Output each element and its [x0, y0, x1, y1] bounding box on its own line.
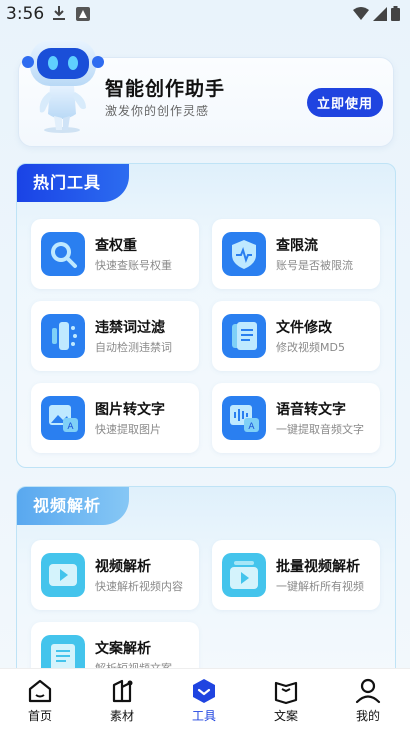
tool-subtitle: 快速提取图片	[95, 423, 161, 436]
download-icon	[53, 6, 65, 20]
document-icon	[222, 314, 266, 358]
tool-subtitle: 一键提取音频文字	[276, 423, 364, 436]
tool-title: 查限流	[276, 238, 318, 254]
tool-subtitle: 快速解析视频内容	[95, 580, 183, 593]
tool-title: 批量视频解析	[276, 559, 360, 575]
tool-subtitle: 快速查账号权重	[95, 259, 172, 272]
tool-title: 图片转文字	[95, 402, 165, 418]
home-icon	[28, 679, 52, 703]
nav-item-tools[interactable]: 工具	[169, 669, 239, 731]
tool-batch-video-parse[interactable]: 批量视频解析 一键解析所有视频	[212, 540, 380, 610]
svg-text:A: A	[67, 422, 74, 432]
nav-item-home[interactable]: 首页	[5, 669, 75, 731]
tool-check-limit[interactable]: 查限流 账号是否被限流	[212, 219, 380, 289]
tool-subtitle: 自动检测违禁词	[95, 341, 172, 354]
tool-check-weight[interactable]: 查权重 快速查账号权重	[31, 219, 199, 289]
bottom-nav: 首页 素材 工具 文案 我的	[0, 668, 410, 731]
video-batch-icon	[222, 553, 266, 597]
tool-title: 违禁词过滤	[95, 320, 165, 336]
battery-icon	[391, 6, 400, 21]
nav-item-copywriting[interactable]: 文案	[251, 669, 321, 731]
tool-file-modify[interactable]: 文件修改 修改视频MD5	[212, 301, 380, 371]
hot-tools-panel: 热门工具 查权重 快速查账号权重 查限流 账号是否被限流 违禁词过滤 自动检测违…	[16, 163, 396, 468]
tool-title: 查权重	[95, 238, 137, 254]
tool-banned-words[interactable]: 违禁词过滤 自动检测违禁词	[31, 301, 199, 371]
person-icon	[355, 678, 381, 704]
hero-subtitle: 激发你的创作灵感	[105, 104, 210, 118]
nav-label: 首页	[27, 709, 52, 723]
shield-pulse-icon	[222, 232, 266, 276]
wifi-icon	[353, 6, 369, 20]
video-play-icon	[41, 553, 85, 597]
svg-text:A: A	[248, 422, 255, 432]
tool-voice-to-text[interactable]: A 语音转文字 一键提取音频文字	[212, 383, 380, 453]
nav-label: 文案	[273, 709, 298, 723]
nav-item-material[interactable]: 素材	[87, 669, 157, 731]
tool-subtitle: 账号是否被限流	[276, 259, 353, 272]
hero-title: 智能创作助手	[105, 78, 226, 100]
filter-icon	[41, 314, 85, 358]
tool-title: 语音转文字	[276, 402, 346, 418]
status-time: 3:56	[6, 4, 45, 24]
video-parse-heading: 视频解析	[17, 487, 130, 525]
tools-icon	[193, 679, 215, 703]
tool-title: 视频解析	[95, 559, 151, 575]
hot-tools-heading: 热门工具	[17, 164, 130, 202]
image-text-icon: A	[41, 396, 85, 440]
tool-title: 文件修改	[276, 320, 332, 336]
tool-video-parse[interactable]: 视频解析 快速解析视频内容	[31, 540, 199, 610]
tool-subtitle: 修改视频MD5	[276, 341, 345, 354]
material-icon	[112, 679, 133, 703]
use-now-button[interactable]: 立即使用	[307, 88, 383, 117]
nav-label: 我的	[355, 709, 380, 723]
status-bar: 3:56	[0, 0, 410, 28]
book-icon	[274, 681, 298, 705]
tool-subtitle: 一键解析所有视频	[276, 580, 364, 593]
nav-label: 素材	[109, 709, 134, 723]
voice-text-icon: A	[222, 396, 266, 440]
nav-label: 工具	[191, 709, 216, 723]
search-icon	[41, 232, 85, 276]
robot-mascot-icon	[22, 40, 104, 133]
signal-icon	[373, 6, 387, 21]
video-parse-panel: 视频解析 视频解析 快速解析视频内容 批量视频解析 一键解析所有视频 文案解析 …	[16, 486, 396, 692]
tool-title: 文案解析	[95, 641, 151, 657]
app-notification-icon	[76, 7, 90, 21]
tool-image-to-text[interactable]: A 图片转文字 快速提取图片	[31, 383, 199, 453]
nav-item-mine[interactable]: 我的	[333, 669, 403, 731]
